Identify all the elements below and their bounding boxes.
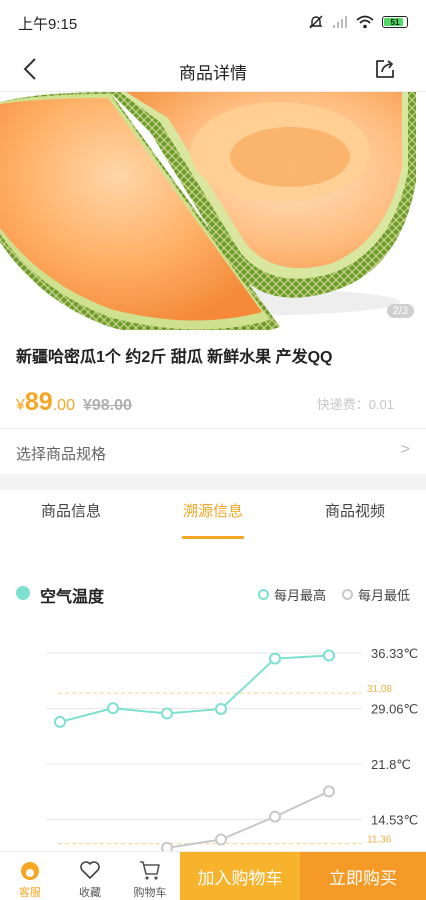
legend-low-label: 每月最低 — [357, 588, 410, 603]
tab-product-info[interactable]: 商品信息 — [0, 490, 142, 540]
shipping-fee: 快递费：0.01 — [316, 397, 394, 412]
chart-svg: 36.33℃ 29.06℃ 21.8℃ 14.53℃ 31.08 11.36 — [46, 646, 418, 854]
product-title: 新疆哈密瓜1个 约2斤 甜瓜 新鲜水果 产发QQ — [16, 349, 333, 366]
data-point-low[interactable] — [269, 810, 281, 823]
chart-legend: 每月最高 每月最低 — [257, 585, 410, 604]
buy-now-button[interactable]: 立即购买 — [300, 852, 426, 900]
data-point-high[interactable] — [161, 707, 173, 720]
chevron-right-icon: > — [400, 441, 410, 458]
nav-bar: 商品详情 — [0, 46, 426, 92]
cart-label: 购物车 — [133, 887, 167, 899]
battery-level: 51 — [390, 17, 400, 27]
legend-low[interactable]: 每月最低 — [341, 585, 410, 604]
y-tick-label: 21.8℃ — [371, 757, 411, 772]
chart-title-dot — [16, 586, 30, 600]
cart-button[interactable]: 购物车 — [120, 852, 180, 900]
spec-label: 选择商品规格 — [16, 446, 107, 463]
battery-icon: 51 — [382, 16, 408, 28]
price-row: ¥ 89 .00 ¥98.00 — [16, 388, 132, 417]
share-icon[interactable] — [374, 58, 396, 80]
legend-high-label: 每月最高 — [273, 588, 326, 603]
average-label: 31.08 — [367, 684, 392, 695]
favorite-button[interactable]: 收藏 — [60, 852, 120, 900]
original-price: ¥98.00 — [82, 397, 132, 414]
y-tick-label: 14.53℃ — [371, 812, 418, 827]
customer-service-icon — [21, 862, 39, 880]
spec-selector[interactable]: 选择商品规格 > — [0, 428, 426, 474]
tab-product-video[interactable]: 商品视频 — [284, 490, 426, 540]
status-time: 上午9:15 — [18, 16, 78, 33]
chart-header: 空气温度 每月最高 每月最低 — [0, 578, 426, 608]
data-point-high[interactable] — [215, 702, 227, 715]
mute-alarm-icon — [309, 15, 323, 29]
heart-icon — [80, 861, 100, 879]
image-counter: 2/3 — [386, 304, 414, 318]
average-label: 11.36 — [367, 835, 392, 846]
detail-tabs: 商品信息 溯源信息 商品视频 — [0, 490, 426, 540]
favorite-label: 收藏 — [79, 887, 101, 899]
price-currency: ¥ — [16, 397, 25, 414]
add-to-cart-button[interactable]: 加入购物车 — [180, 852, 300, 900]
y-tick-label: 29.06℃ — [371, 702, 418, 717]
product-image[interactable] — [0, 92, 426, 330]
customer-service-button[interactable]: 客服 — [0, 852, 60, 900]
temperature-chart: 36.33℃ 29.06℃ 21.8℃ 14.53℃ 31.08 11.36 — [0, 620, 426, 854]
data-point-low[interactable] — [215, 833, 227, 846]
data-point-high[interactable] — [107, 702, 119, 715]
data-point-low[interactable] — [323, 785, 335, 798]
data-point-high[interactable] — [269, 652, 281, 665]
legend-high[interactable]: 每月最高 — [257, 585, 326, 604]
legend-high-marker — [257, 589, 269, 600]
wifi-icon — [356, 15, 374, 29]
y-tick-label: 36.33℃ — [371, 646, 418, 661]
page-title: 商品详情 — [179, 64, 247, 83]
series-line-high — [59, 654, 330, 723]
chart-title: 空气温度 — [40, 589, 105, 606]
data-point-high[interactable] — [323, 649, 335, 662]
customer-service-label: 客服 — [19, 887, 41, 899]
signal-icon — [333, 16, 347, 28]
melon-image — [0, 92, 416, 330]
status-icons: 51 — [308, 14, 408, 30]
tab-traceability[interactable]: 溯源信息 — [142, 490, 284, 540]
price-decimal: .00 — [52, 397, 75, 414]
shopping-cart-icon — [140, 861, 160, 880]
price-integer: 89 — [24, 388, 53, 416]
data-point-high[interactable] — [54, 715, 66, 728]
legend-low-marker — [341, 589, 353, 600]
status-bar: 上午9:15 51 — [0, 0, 426, 46]
bottom-action-bar: 客服 收藏 购物车 加入购物车 立即购买 — [0, 851, 426, 900]
section-divider — [0, 474, 426, 490]
